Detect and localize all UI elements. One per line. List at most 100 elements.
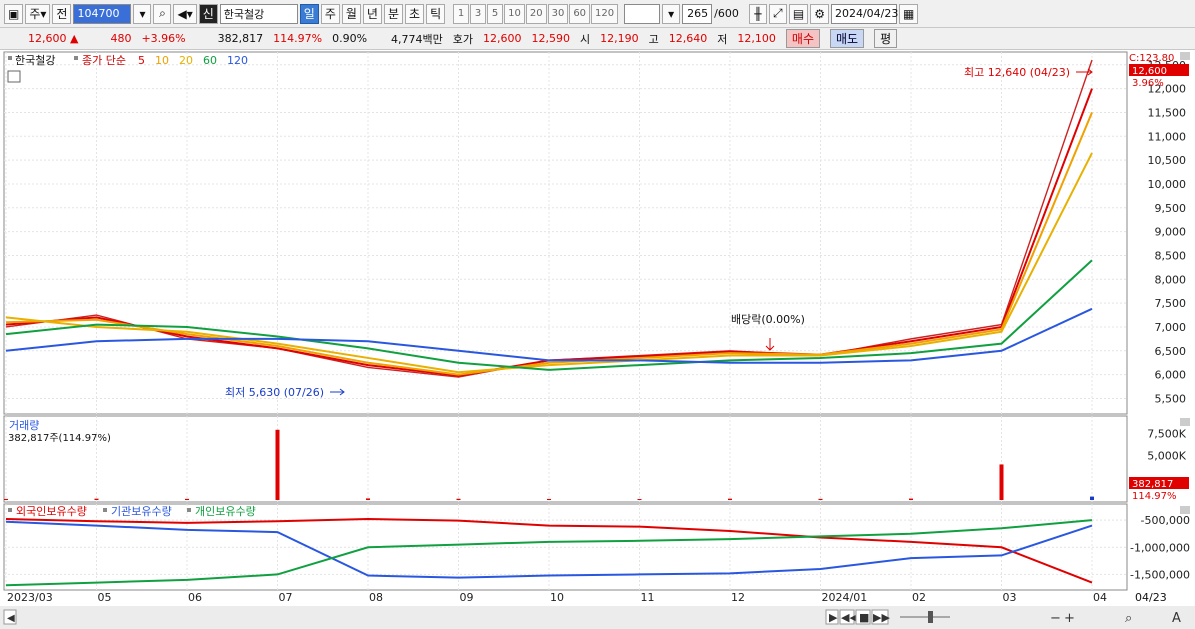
x-tick-12: 04	[1093, 591, 1107, 604]
volume-bar-6	[547, 498, 551, 500]
table-icon[interactable]	[7, 70, 21, 83]
volume-tick-0: 7,500K	[1147, 427, 1186, 440]
volume-value-label: 382,817주(114.97%)	[8, 433, 111, 444]
volume-bar-3	[275, 429, 280, 500]
current-price: 12,600 ▲	[28, 32, 79, 45]
volume-title: 거래량	[9, 419, 39, 432]
period-tabs: 일주월년분초틱	[299, 3, 446, 24]
zoom-in-icon[interactable]: +	[1064, 611, 1075, 626]
stock-name-field[interactable]: 한국철강	[219, 3, 298, 24]
period-tab-6[interactable]: 틱	[426, 3, 446, 24]
price-tick-11: 11,000	[1148, 130, 1187, 143]
price-tick-9: 10,000	[1148, 178, 1187, 191]
sell-button[interactable]: 매도	[830, 29, 865, 48]
save-icon[interactable]: ▤	[788, 3, 809, 24]
x-tick-3: 07	[279, 591, 293, 604]
high-label: 고	[648, 32, 659, 46]
scroll-left-icon: ◀	[7, 613, 15, 624]
period-tab-3[interactable]: 년	[362, 3, 382, 24]
calendar-icon[interactable]: ▦	[898, 3, 919, 24]
forward-icon: ▶▶	[873, 611, 890, 624]
interval-button-6[interactable]: 60	[569, 3, 591, 24]
price-tick-8: 9,500	[1155, 202, 1187, 215]
x-tick-6: 10	[550, 591, 564, 604]
vol-last-tag: 382,817	[1132, 479, 1173, 490]
interval-button-4[interactable]: 20	[525, 3, 547, 24]
eval-button[interactable]: 평	[874, 29, 898, 48]
change-percent: +3.96%	[141, 32, 186, 45]
price-tick-6: 8,500	[1155, 249, 1187, 262]
price-tick-2: 6,500	[1155, 345, 1187, 358]
code-dropdown-icon[interactable]: ▾	[133, 3, 152, 24]
cur-price-tag: 12,600	[1132, 66, 1167, 77]
trade-amount: 4,774백만	[391, 32, 443, 46]
zoom-search-icon[interactable]: ⌕	[1125, 611, 1132, 626]
price-tick-12: 11,500	[1148, 106, 1187, 119]
holding-legend-1: 기관보유수량	[111, 505, 172, 518]
count-input[interactable]: 265	[682, 3, 713, 24]
holding-tick-1: -1,000,000	[1130, 541, 1190, 554]
dividend-annotation: 배당락(0.00%)	[731, 313, 805, 326]
quote-bar: 12,600 ▲ 480 +3.96% 382,817 114.97% 0.90…	[0, 28, 1195, 50]
holding-tick-2: -1,500,000	[1130, 568, 1190, 581]
x-tick-0: 2023/03	[7, 591, 53, 604]
zoom-out-icon[interactable]: −	[1050, 611, 1061, 626]
period-tab-1[interactable]: 주	[320, 3, 340, 24]
ma-legend-4: 120	[227, 54, 248, 67]
volume-bar-11	[999, 464, 1004, 500]
low-label: 저	[717, 32, 728, 46]
zoom-thumb[interactable]	[928, 611, 933, 623]
price-legend-series: 종가 단순	[82, 54, 126, 67]
high-price: 12,640	[668, 32, 708, 45]
chart-type-icon[interactable]: ▣	[4, 3, 24, 24]
speaker-icon[interactable]: ◀▾	[173, 3, 197, 24]
volume-bar-10	[909, 498, 913, 500]
holding-legend-0: 외국인보유수량	[16, 505, 87, 518]
period-tab-4[interactable]: 분	[383, 3, 404, 24]
price-tick-3: 7,000	[1155, 321, 1187, 334]
bid-price: 12,590	[531, 32, 571, 45]
new-badge: 신	[198, 3, 218, 24]
interval-input[interactable]	[624, 3, 661, 24]
settings-icon[interactable]: ⚙	[810, 3, 829, 24]
x-tick-9: 2024/01	[822, 591, 868, 604]
cur-label: C:123.80	[1129, 53, 1174, 64]
interval-button-3[interactable]: 10	[504, 3, 525, 24]
turnover-percent: 0.90%	[332, 32, 368, 45]
interval-dropdown-icon[interactable]: ▾	[662, 3, 681, 24]
candle-icon[interactable]: ╫	[748, 3, 767, 24]
interval-button-7[interactable]: 120	[591, 3, 619, 24]
font-size-icon[interactable]: A	[1172, 611, 1181, 626]
price-tick-0: 5,500	[1155, 392, 1187, 405]
search-icon[interactable]: ⌕	[153, 3, 172, 24]
stock-chart[interactable]: 5,500 6,000 6,500 7,000 7,500 8,000 8,500 9,000…	[0, 50, 1195, 629]
date-input[interactable]: 2024/04/23	[830, 3, 898, 24]
ma-legend-1: 10	[155, 54, 169, 67]
draw-icon[interactable]: ⤢	[768, 3, 787, 24]
x-tick-1: 05	[98, 591, 112, 604]
period-tab-5[interactable]: 초	[405, 3, 425, 24]
up-arrow-icon: ▲	[70, 32, 79, 45]
price-tick-5: 8,000	[1155, 273, 1187, 286]
volume-bar-5	[456, 498, 461, 500]
interval-button-0[interactable]: 1	[453, 3, 470, 24]
interval-button-2[interactable]: 5	[487, 3, 504, 24]
type-select[interactable]: 주 ▾	[25, 3, 51, 24]
stock-code-input[interactable]: 104700	[73, 3, 132, 24]
period-tab-0[interactable]: 일	[299, 3, 319, 24]
buy-button[interactable]: 매수	[785, 29, 820, 48]
volume-bar-0	[4, 498, 8, 500]
toolbar: ▣ 주 ▾ 전 104700 ▾ ⌕ ◀▾ 신 한국철강 일주월년분초틱 1351…	[0, 0, 1195, 28]
x-tick-7: 11	[641, 591, 655, 604]
prev-button[interactable]: 전	[52, 3, 72, 24]
volume-bar-2	[185, 498, 189, 500]
period-tab-2[interactable]: 월	[341, 3, 361, 24]
interval-button-1[interactable]: 3	[470, 3, 487, 24]
ma-legend-3: 60	[203, 54, 217, 67]
price-tick-4: 7,500	[1155, 297, 1187, 310]
open-label: 시	[580, 32, 591, 46]
x-tick-10: 02	[912, 591, 926, 604]
volume-bar-12	[1090, 496, 1094, 500]
interval-button-5[interactable]: 30	[547, 3, 569, 24]
stop-icon: ■	[859, 611, 869, 624]
